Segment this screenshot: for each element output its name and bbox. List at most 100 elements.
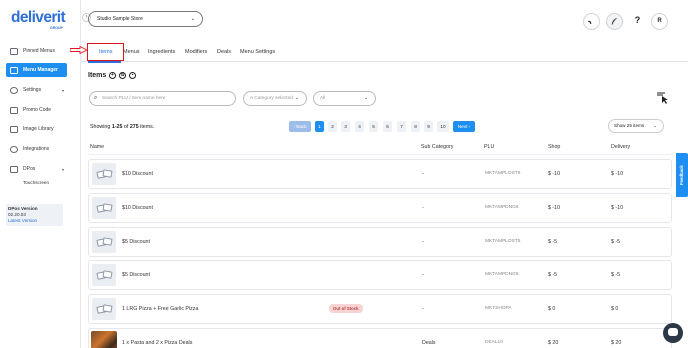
sidebar-item-dpos[interactable]: DPos ▾ bbox=[6, 162, 67, 176]
status-dropdown-value: All bbox=[320, 96, 326, 101]
item-plu: MKTAMPLOST6 bbox=[485, 171, 521, 176]
pagination-page[interactable]: 1 bbox=[315, 121, 324, 132]
column-header-plu[interactable]: PLU bbox=[484, 144, 494, 150]
item-thumbnail bbox=[92, 231, 116, 253]
table-row[interactable]: $10 Discount - MKTAMPLOST6 $ -10 $ -10 bbox=[88, 159, 672, 189]
status-dropdown[interactable]: All ⌄ bbox=[313, 91, 376, 106]
item-sub-category: - bbox=[422, 306, 424, 312]
item-name: $10 Discount bbox=[122, 171, 153, 177]
page-size-value: Show 25 items bbox=[614, 123, 645, 128]
rocket-button[interactable] bbox=[583, 13, 600, 30]
lock-icon: ▪ bbox=[131, 72, 134, 78]
pin-icon bbox=[10, 47, 18, 55]
lock-button[interactable]: ▪ bbox=[129, 72, 136, 79]
tab-menu-settings[interactable]: Menu Settings bbox=[240, 49, 275, 55]
out-of-stock-badge: Out of Stock bbox=[329, 304, 363, 313]
gear-icon bbox=[10, 86, 18, 94]
table-row[interactable]: 1 LRG Pizza + Free Garlic Pizza Out of S… bbox=[88, 294, 672, 324]
sidebar-item-label: Image Library bbox=[23, 126, 54, 132]
item-delivery-price: $ -10 bbox=[611, 171, 624, 177]
pagination-page[interactable]: 2 bbox=[328, 121, 337, 132]
pointer-icon bbox=[657, 92, 668, 104]
sidebar-item-promo-code[interactable]: Promo Code bbox=[6, 103, 67, 117]
help-icon: ? bbox=[634, 15, 641, 25]
feedback-tab[interactable]: Feedback bbox=[676, 153, 688, 197]
chat-icon bbox=[668, 328, 678, 336]
rocket-icon bbox=[587, 17, 595, 25]
brand-logo-sub: GROUP bbox=[50, 26, 63, 30]
annotation-arrow-icon bbox=[70, 46, 88, 54]
chat-button[interactable] bbox=[663, 323, 683, 343]
pagination-page[interactable]: 4 bbox=[355, 121, 364, 132]
item-photo bbox=[91, 331, 117, 348]
add-item-button[interactable]: + bbox=[109, 72, 116, 79]
chevron-down-icon: ⌄ bbox=[294, 96, 299, 101]
version-box: DPos Version 02.20.03 Latest Version bbox=[6, 204, 63, 226]
item-thumbnail bbox=[92, 298, 116, 320]
pagination-page[interactable]: 8 bbox=[411, 121, 420, 132]
showing-prefix: Showing bbox=[90, 124, 111, 130]
table-row[interactable]: $10 Discount - MKTAMPDNG6 $ -10 $ -10 bbox=[88, 193, 672, 223]
item-name: 1 LRG Pizza + Free Garlic Pizza bbox=[122, 306, 199, 312]
image-icon bbox=[10, 125, 18, 133]
search-placeholder: Search PLU / Item name here bbox=[102, 96, 166, 101]
chevron-down-icon: ⌄ bbox=[190, 16, 195, 22]
pagination-page[interactable]: 3 bbox=[341, 121, 350, 132]
column-header-delivery[interactable]: Delivery bbox=[611, 144, 630, 150]
column-header-shop[interactable]: Shop bbox=[548, 144, 560, 150]
item-plu: MKTSHOPA bbox=[485, 306, 512, 311]
sidebar-item-label: DPos bbox=[23, 166, 36, 172]
search-icon: ⌕ bbox=[94, 95, 98, 101]
item-shop-price: $ 0 bbox=[548, 306, 556, 312]
item-shop-price: $ -5 bbox=[548, 272, 558, 278]
tab-deals[interactable]: Deals bbox=[217, 49, 231, 55]
sidebar-item-touchscreen[interactable]: Touchscreen bbox=[6, 175, 67, 189]
table-row[interactable]: 1 x Pasta and 2 x Pizza Deals Deals DEAL… bbox=[88, 328, 672, 348]
sidebar-item-image-library[interactable]: Image Library bbox=[6, 122, 67, 136]
column-header-sub-category[interactable]: Sub Category bbox=[421, 144, 453, 150]
showing-range: 1-25 bbox=[111, 124, 123, 130]
item-thumbnail bbox=[92, 163, 116, 185]
feather-button[interactable] bbox=[606, 13, 623, 30]
chevron-down-icon: ⌄ bbox=[363, 96, 368, 101]
help-button[interactable]: ? bbox=[629, 13, 646, 30]
avatar[interactable]: R bbox=[651, 13, 668, 30]
pagination-next-button[interactable]: Next › bbox=[453, 121, 475, 132]
sidebar-item-pinned-menus[interactable]: Pinned Menus bbox=[6, 44, 67, 58]
sidebar-item-integrations[interactable]: Integrations bbox=[6, 142, 67, 156]
item-sub-category: Deals bbox=[422, 340, 436, 346]
tab-menus[interactable]: Menus bbox=[123, 49, 140, 55]
sidebar-item-label: Settings bbox=[23, 87, 42, 93]
item-sub-category: - bbox=[422, 205, 424, 211]
brand-logo[interactable]: deliverit bbox=[11, 9, 66, 27]
table-row[interactable]: $5 Discount - MKTAMPDNG5 $ -5 $ -5 bbox=[88, 260, 672, 290]
column-header-name[interactable]: Name bbox=[90, 144, 104, 150]
pagination-page[interactable]: 9 bbox=[424, 121, 433, 132]
item-shop-price: $ -5 bbox=[548, 239, 558, 245]
chevron-down-icon: ▾ bbox=[61, 87, 64, 93]
pagination-back-button[interactable]: ‹ Back bbox=[289, 121, 311, 132]
search-input[interactable]: ⌕ Search PLU / Item name here bbox=[89, 91, 236, 106]
divider bbox=[88, 154, 673, 155]
pagination-page[interactable]: 10 bbox=[437, 121, 449, 132]
sidebar-item-menu-manager[interactable]: Menu Manager bbox=[6, 63, 67, 77]
table-row[interactable]: $5 Discount - MKTAMPLOST5 $ -5 $ -5 bbox=[88, 227, 672, 257]
sort-button[interactable]: ⇅ bbox=[119, 72, 126, 79]
item-name: $5 Discount bbox=[122, 272, 150, 278]
avatar-initial: R bbox=[657, 18, 662, 24]
bulk-select-button[interactable] bbox=[656, 91, 670, 104]
category-dropdown[interactable]: A Category selected ⌄ bbox=[243, 91, 307, 106]
pagination-page[interactable]: 6 bbox=[383, 121, 392, 132]
pagination-page[interactable]: 5 bbox=[369, 121, 378, 132]
tab-ingredients[interactable]: Ingredients bbox=[148, 49, 175, 55]
item-delivery-price: $ -10 bbox=[611, 205, 624, 211]
store-selector[interactable]: Studio Sample Store ⌄ bbox=[88, 11, 203, 27]
latest-version-link[interactable]: Latest Version bbox=[8, 218, 61, 224]
tab-bar: Items Menus Ingredients Modifiers Deals … bbox=[81, 44, 688, 62]
page-size-dropdown[interactable]: Show 25 items ⌄ bbox=[608, 119, 664, 133]
pagination-page[interactable]: 7 bbox=[397, 121, 406, 132]
tab-modifiers[interactable]: Modifiers bbox=[185, 49, 207, 55]
sidebar-item-settings[interactable]: Settings ▾ bbox=[6, 83, 67, 97]
category-dropdown-value: A Category selected bbox=[250, 96, 293, 101]
showing-of: of bbox=[123, 124, 129, 130]
